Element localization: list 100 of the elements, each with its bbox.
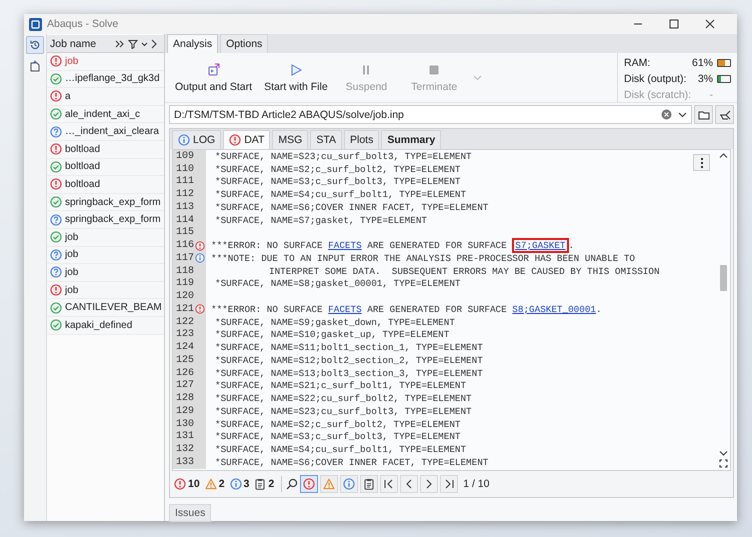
clear-button[interactable]	[715, 105, 734, 124]
job-item[interactable]: kapaki_defined	[47, 316, 164, 334]
job-item[interactable]: CANTILEVER_BEAM	[47, 299, 164, 317]
job-item[interactable]: job	[47, 228, 164, 247]
code-link[interactable]: S7;GASKET	[512, 238, 569, 254]
line-number: 127	[176, 380, 195, 392]
double-chevron-icon[interactable]	[115, 38, 125, 48]
code-link[interactable]: FACETS	[325, 238, 365, 254]
code-line: *SURFACE, NAME=S9;gasket_down, TYPE=ELEMENT	[214, 316, 455, 328]
chevron-up-icon[interactable]	[719, 152, 728, 159]
line-number: 119	[176, 278, 195, 290]
document-plus-icon	[29, 60, 41, 72]
more-button[interactable]	[693, 154, 710, 171]
issue-count: 2	[268, 478, 274, 490]
resource-label: Disk (scratch):	[624, 89, 692, 101]
filter-toggle[interactable]	[320, 475, 338, 493]
job-item[interactable]: …ipeflange_3d_gk3d	[47, 70, 164, 88]
tab[interactable]: Options	[220, 34, 268, 53]
resource-value: -	[708, 89, 713, 101]
kebab-icon	[700, 156, 704, 168]
file-tab[interactable]: DAT	[223, 130, 270, 149]
chevron-down-icon[interactable]	[678, 110, 687, 119]
chevron-right-icon[interactable]	[151, 38, 157, 48]
info-icon	[343, 478, 356, 490]
toolbar-button[interactable]: Output and Start	[173, 60, 254, 94]
history-icon	[29, 39, 41, 51]
file-tab[interactable]: LOG	[172, 130, 222, 149]
job-item[interactable]: boltload	[47, 176, 164, 194]
job-item[interactable]: job	[47, 53, 164, 71]
warning-icon	[323, 478, 336, 490]
code-line: *SURFACE, NAME=S23;cu_surf_bolt3, TYPE=ELEMENT	[214, 150, 472, 162]
issue-count: 10	[188, 478, 200, 490]
maximize-icon[interactable]	[669, 19, 679, 29]
job-item[interactable]: …_indent_axi_cleara	[47, 123, 164, 141]
last-page-icon	[443, 478, 456, 490]
line-number: 120	[176, 291, 195, 302]
clipboard-icon	[363, 478, 376, 490]
job-item[interactable]: boltload	[47, 140, 164, 159]
job-item[interactable]: job	[47, 282, 164, 300]
job-item[interactable]: ale_indent_axi_c	[47, 106, 164, 124]
line-number: 111	[176, 176, 195, 188]
job-item[interactable]: job	[47, 246, 164, 264]
line-number: 131	[176, 431, 195, 442]
window-title: Abaqus - Solve	[47, 18, 120, 30]
job-item[interactable]: boltload	[47, 158, 164, 176]
code-line: ***ERROR: NO SURFACE FACETS ARE GENERATED FOR SURFACE S7;GASKET .	[210, 240, 574, 252]
navigation-button[interactable]	[420, 475, 438, 493]
line-number: 116	[176, 240, 195, 252]
line-number: 130	[176, 418, 195, 430]
line-number: 123	[176, 329, 195, 340]
clear-icon[interactable]	[661, 109, 672, 120]
navigation-button[interactable]	[380, 475, 398, 493]
history-button[interactable]	[26, 36, 44, 54]
tab[interactable]: Analysis	[167, 34, 218, 53]
job-item[interactable]: springback_exp_form	[47, 211, 164, 229]
filter-icon[interactable]	[128, 38, 138, 48]
path-field[interactable]: D:/TSM/TSM-TBD Article2 ABAQUS/solve/job.inp	[169, 105, 692, 124]
line-number: 110	[176, 164, 195, 175]
code-link[interactable]: FACETS	[325, 302, 365, 317]
resource-value: 61%	[692, 57, 713, 69]
job-item[interactable]: springback_exp_form	[47, 194, 164, 212]
line-number: 128	[176, 393, 195, 404]
open-folder-button[interactable]	[694, 105, 713, 124]
app-logo-icon	[29, 18, 42, 30]
job-item[interactable]: job	[47, 264, 164, 282]
filter-toggle[interactable]	[300, 475, 318, 493]
chevron-down-icon[interactable]	[719, 450, 728, 457]
resource-label: RAM:	[624, 57, 652, 69]
navigation-button[interactable]	[440, 475, 458, 493]
resource-label: Disk (output):	[624, 73, 688, 85]
code-line: *SURFACE, NAME=S7;gasket, TYPE=ELEMENT	[214, 214, 428, 226]
clipboard-icon	[254, 478, 266, 490]
line-number: 122	[176, 316, 195, 328]
file-tab[interactable]: STA	[310, 130, 342, 149]
code-line: *SURFACE, NAME=S2;c_surf_bolt2, TYPE=ELEMENT	[214, 164, 460, 175]
navigation-button[interactable]	[400, 475, 418, 493]
column-header[interactable]: Job name	[50, 38, 112, 50]
file-tab[interactable]: Plots	[344, 130, 380, 149]
file-tab[interactable]: MSG	[272, 130, 308, 149]
scroll-thumb[interactable]	[720, 265, 726, 291]
code-line: *SURFACE, NAME=S11;bolt1_section_1, TYPE=ELEMENT	[214, 342, 483, 354]
line-number: 121	[176, 304, 195, 315]
file-tab[interactable]: Summary	[381, 130, 442, 149]
search-icon[interactable]	[286, 478, 298, 490]
filter-toggle[interactable]	[340, 475, 358, 493]
code-line: *SURFACE, NAME=S2;c_surf_bolt2, TYPE=ELEMENT	[214, 418, 460, 430]
bottom-tab[interactable]: Issues	[169, 504, 212, 522]
code-line: *SURFACE, NAME=S8;gasket_00001, TYPE=ELEMENT	[214, 278, 460, 290]
info-icon	[230, 478, 242, 490]
close-icon[interactable]	[705, 19, 715, 29]
code-line: *SURFACE, NAME=S3;c_surf_bolt3, TYPE=ELEMENT	[214, 176, 460, 188]
code-line: INTERPRET SOME DATA. SUBSEQUENT ERRORS MAY BE CAUSED BY THIS OMISSION	[268, 266, 660, 277]
filter-toggle[interactable]	[360, 475, 378, 493]
warning-icon	[204, 478, 217, 490]
output-start-icon	[206, 62, 221, 76]
first-page-icon	[383, 478, 396, 490]
folder-icon	[698, 108, 710, 120]
job-item[interactable]: a	[47, 88, 164, 106]
toolbar-button[interactable]: Start with File	[262, 60, 330, 94]
expand-icon[interactable]	[719, 459, 728, 468]
